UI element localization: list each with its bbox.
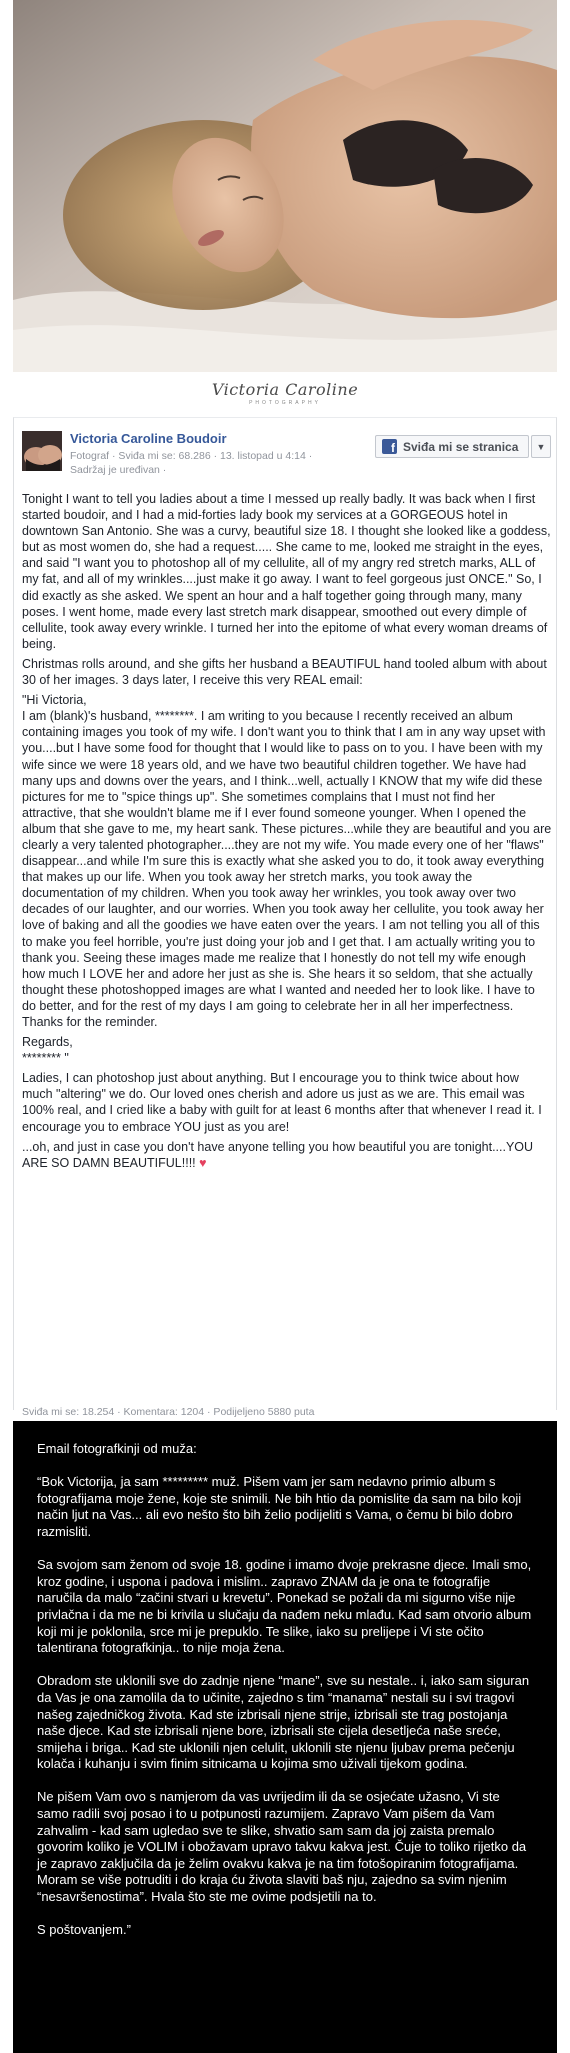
translation-paragraph: Obradom ste uklonili sve do zadnje njene… [37,1673,530,1772]
avatar-image-icon [22,431,62,471]
page-options-dropdown[interactable]: ▼ [531,435,551,458]
post-meta: Fotograf · Sviđa mi se: 68.286 · 13. lis… [70,449,312,477]
signature-name: Victoria Caroline [211,380,359,399]
post-paragraph: ******** " [22,1051,69,1066]
post-body: Tonight I want to tell you ladies about … [22,491,552,1175]
post-paragraph: "Hi Victoria, [22,693,87,708]
hero-photo[interactable] [13,0,557,372]
translation-paragraph: “Bok Victorija, ja sam ********* muž. Pi… [37,1474,522,1539]
post-paragraph: Tonight I want to tell you ladies about … [22,492,551,651]
facebook-post: Victoria Caroline Boudoir Fotograf · Svi… [13,417,557,1418]
like-page-label: Sviđa mi se stranica [403,439,519,454]
post-paragraph: Ladies, I can photoshop just about anyth… [22,1071,542,1134]
translation-title: Email fotografkinji od muža: [37,1441,197,1456]
translation-paragraph: Ne pišem Vam ovo s namjerom da vas uvrij… [37,1789,527,1905]
post-meta-line: Fotograf · Sviđa mi se: 68.286 · 13. lis… [70,450,313,462]
post-paragraph-text: ...oh, and just in case you don't have a… [22,1139,534,1170]
page-name-link[interactable]: Victoria Caroline Boudoir [70,431,227,446]
post-paragraph-last: ...oh, and just in case you don't have a… [22,1139,552,1171]
heart-icon: ♥ [199,1155,207,1170]
post-paragraph: Christmas rolls around, and she gifts he… [22,656,547,688]
chevron-down-icon: ▼ [536,441,546,452]
facebook-logo-icon: f [382,439,397,454]
post-stats[interactable]: Sviđa mi se: 18.254 · Komentara: 1204 · … [22,1406,552,1418]
like-page-button[interactable]: f Sviđa mi se stranica [375,435,529,458]
translation-closing: S poštovanjem.” [37,1922,131,1938]
signature-subtitle: PHOTOGRAPHY [249,400,321,406]
boudoir-photo-illustration [13,0,557,372]
post-paragraph: Regards, [22,1035,73,1050]
post-paragraph: I am (blank)'s husband, ********. I am w… [22,709,552,1029]
post-header: Victoria Caroline Boudoir Fotograf · Svi… [14,418,556,476]
photographer-signature-logo: Victoria Caroline PHOTOGRAPHY [0,380,570,406]
translation-paragraph: Sa svojom sam ženom od svoje 18. godine … [37,1557,532,1656]
translation-block: Email fotografkinji od muža: “Bok Victor… [13,1421,557,2053]
edited-label[interactable]: Sadržaj je uređivan · [70,463,312,477]
page-avatar[interactable] [22,431,62,471]
